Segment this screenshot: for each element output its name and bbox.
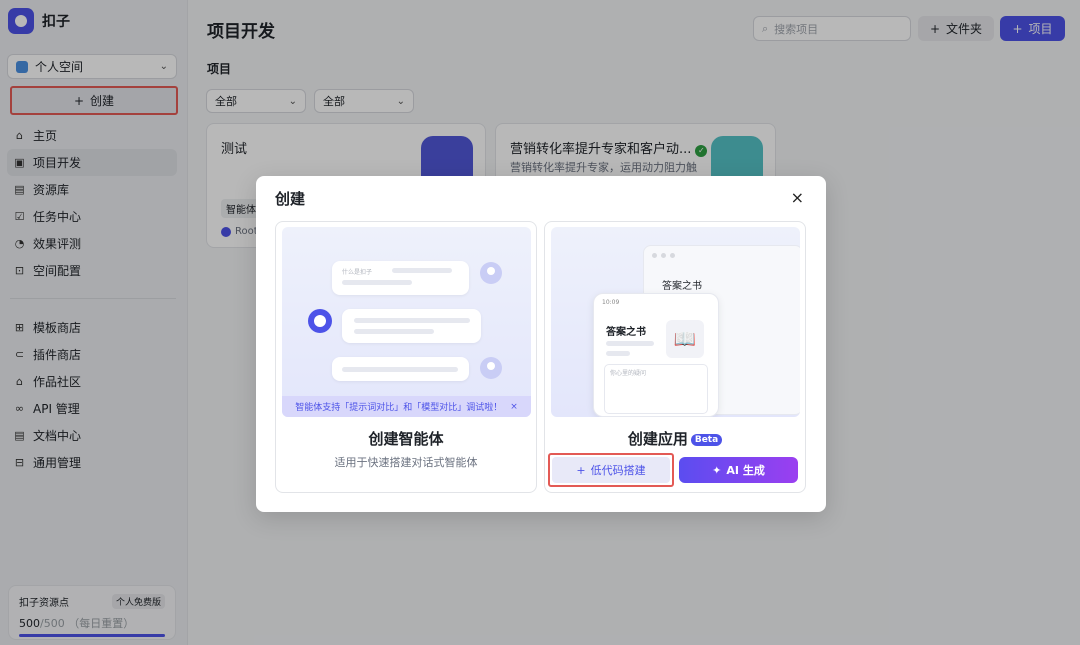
low-code-build-button[interactable]: + 低代码搭建	[548, 453, 674, 487]
beta-badge: Beta	[690, 433, 723, 446]
ai-generate-button[interactable]: ✦ AI 生成	[679, 457, 798, 483]
ai-generate-label: AI 生成	[726, 464, 765, 477]
banner-text: 智能体支持「提示词对比」和「模型对比」调试啦！	[295, 403, 503, 413]
create-agent-subtitle: 适用于快速搭建对话式智能体	[334, 456, 478, 469]
plus-icon: +	[576, 463, 586, 477]
create-dialog: 创建 × 什么是扣子 智能体支持「提示词对比」和「模型对比」调试啦！ × 创建智…	[256, 176, 826, 512]
close-icon[interactable]: ×	[791, 188, 804, 207]
app-illustration: 答案之书 10:09 答案之书 📖 你心里的疑问	[551, 227, 800, 417]
create-app-option[interactable]: 答案之书 10:09 答案之书 📖 你心里的疑问 创建应用 Beta + 低代码搭…	[544, 221, 806, 493]
book-icon: 📖	[666, 320, 704, 358]
user-avatar-icon	[480, 262, 502, 284]
phone-app-title: 答案之书	[606, 327, 646, 338]
user-avatar-icon	[480, 357, 502, 379]
sparkle-icon: ✦	[712, 463, 722, 477]
banner-close-icon[interactable]: ×	[510, 402, 518, 412]
phone-input: 你心里的疑问	[604, 364, 708, 414]
bot-avatar-icon	[308, 309, 332, 333]
app-preview-title: 答案之书	[662, 281, 702, 292]
agent-illustration: 什么是扣子 智能体支持「提示词对比」和「模型对比」调试啦！ ×	[282, 227, 531, 417]
phone-input-hint: 你心里的疑问	[610, 370, 647, 377]
phone-mockup: 10:09 答案之书 📖 你心里的疑问	[593, 293, 719, 417]
phone-time: 10:09	[602, 299, 620, 306]
low-code-label: 低代码搭建	[590, 464, 646, 477]
create-app-title: 创建应用 Beta	[545, 428, 805, 449]
dialog-title: 创建	[275, 190, 306, 208]
bubble-hint: 什么是扣子	[342, 269, 373, 276]
create-agent-option[interactable]: 什么是扣子 智能体支持「提示词对比」和「模型对比」调试啦！ × 创建智能体 适用…	[275, 221, 537, 493]
create-agent-title: 创建智能体	[368, 430, 444, 448]
feature-banner: 智能体支持「提示词对比」和「模型对比」调试啦！ ×	[282, 396, 531, 417]
